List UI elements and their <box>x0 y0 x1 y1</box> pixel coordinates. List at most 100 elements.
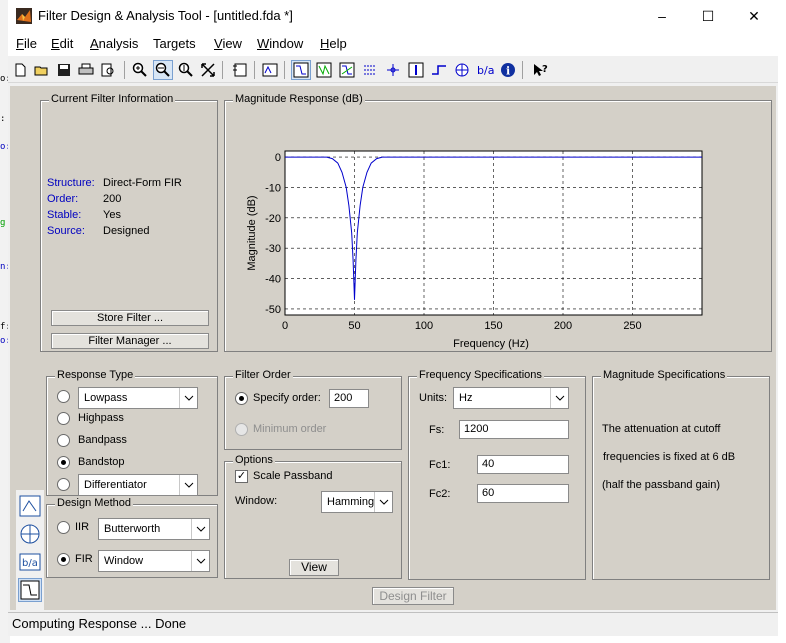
impulse-response-icon[interactable] <box>406 60 426 80</box>
title-bar: Filter Design & Analysis Tool - [untitle… <box>8 0 778 32</box>
zoom-y-icon[interactable] <box>176 60 196 80</box>
transform-filter-icon[interactable] <box>18 494 42 518</box>
y-tick-label: -30 <box>265 243 281 255</box>
close-button[interactable]: ✕ <box>732 4 776 28</box>
stable-label: Stable: <box>47 209 82 221</box>
menu-help[interactable]: Help <box>320 36 347 51</box>
magnitude-specs-title: Magnitude Specifications <box>601 369 728 381</box>
fc1-label: Fc1: <box>429 459 451 471</box>
menu-targets[interactable]: Targets <box>153 36 196 51</box>
fir-radio[interactable] <box>57 553 70 566</box>
toolbar-separator <box>254 61 255 79</box>
legend-icon[interactable] <box>230 60 250 80</box>
zoom-x-icon[interactable] <box>153 60 173 80</box>
magnitude-note-line2: frequencies is fixed at 6 dB <box>603 451 736 463</box>
magnitude-response-chart[interactable]: 0 50 100 150 200 250 0 -10 -20 -30 -40 -50 Frequency… <box>225 101 771 351</box>
units-label: Units: <box>419 392 448 404</box>
pole-zero-icon[interactable] <box>452 60 472 80</box>
maximize-button[interactable]: ☐ <box>686 4 730 28</box>
fc2-input[interactable]: 60 <box>477 484 569 503</box>
whats-this-icon[interactable]: ? <box>530 60 550 80</box>
magnitude-note-line3: (half the passband gain) <box>602 479 721 491</box>
window-combo[interactable]: Hamming <box>321 491 393 513</box>
filter-info-icon[interactable]: i <box>498 60 518 80</box>
minimum-order-radio[interactable] <box>235 423 248 436</box>
svg-text:i: i <box>506 65 510 78</box>
x-tick-label: 200 <box>554 320 572 332</box>
phase-response-icon[interactable] <box>314 60 334 80</box>
print-preview-icon[interactable] <box>98 60 118 80</box>
differentiator-radio[interactable] <box>57 478 70 491</box>
y-axis-label: Magnitude (dB) <box>246 195 258 270</box>
menu-window[interactable]: Window <box>257 36 303 51</box>
magnitude-note-line1: The attenuation at cutoff <box>602 423 721 435</box>
minimize-button[interactable]: – <box>640 4 684 28</box>
view-window-button[interactable]: View <box>289 559 339 576</box>
open-file-icon[interactable] <box>32 60 52 80</box>
x-tick-label: 250 <box>623 320 641 332</box>
bandpass-radio[interactable] <box>57 434 70 447</box>
bandstop-radio[interactable] <box>57 456 70 469</box>
magnitude-specs-panel: Magnitude Specifications The attenuation… <box>592 369 770 580</box>
source-label: Source: <box>47 225 85 237</box>
print-icon[interactable] <box>76 60 96 80</box>
new-file-icon[interactable] <box>10 60 30 80</box>
import-filter-icon[interactable]: b/a <box>18 550 42 574</box>
filter-order-title: Filter Order <box>233 369 293 381</box>
status-text: Computing Response ... Done <box>12 616 187 631</box>
filter-order-panel: Filter Order Specify order: 200 Minimum … <box>224 369 402 450</box>
units-combo[interactable]: Hz <box>453 387 569 409</box>
save-icon[interactable] <box>54 60 74 80</box>
scale-passband-checkbox[interactable]: ✓ <box>235 470 248 483</box>
magnitude-phase-icon[interactable] <box>337 60 357 80</box>
menu-edit[interactable]: Edit <box>51 36 73 51</box>
lowpass-radio[interactable] <box>57 390 70 403</box>
y-tick-label: -10 <box>265 182 281 194</box>
menu-file[interactable]: File <box>16 36 37 51</box>
iir-radio[interactable] <box>57 521 70 534</box>
filter-manager-button[interactable]: Filter Manager ... <box>51 333 209 349</box>
pole-zero-editor-icon[interactable] <box>18 522 42 546</box>
magnitude-response-icon[interactable] <box>291 60 311 80</box>
y-tick-label: -20 <box>265 213 281 225</box>
fdatool-window: Filter Design & Analysis Tool - [untitle… <box>8 0 778 636</box>
iir-method-combo[interactable]: Butterworth <box>98 518 210 540</box>
phase-delay-icon[interactable] <box>383 60 403 80</box>
frequency-specs-panel: Frequency Specifications Units: Hz Fs: 1… <box>408 369 586 580</box>
options-title: Options <box>233 454 275 466</box>
response-type-title: Response Type <box>55 369 136 381</box>
sidebar-mode-panel: b/a <box>16 490 44 612</box>
design-filter-mode-icon[interactable] <box>18 578 42 602</box>
full-view-icon[interactable] <box>198 60 218 80</box>
zoom-in-icon[interactable] <box>130 60 150 80</box>
design-method-panel: Design Method IIR Butterworth FIR Window <box>46 497 218 578</box>
specify-order-radio[interactable] <box>235 392 248 405</box>
options-panel: Options ✓ Scale Passband Window: Hamming… <box>224 454 402 579</box>
order-input[interactable]: 200 <box>329 389 369 408</box>
order-label: Order: <box>47 193 79 205</box>
chevron-down-icon <box>550 388 568 408</box>
differentiator-combo[interactable]: Differentiator <box>78 474 198 496</box>
y-tick-label: 0 <box>275 152 281 164</box>
group-delay-icon[interactable] <box>360 60 380 80</box>
design-filter-button[interactable]: Design Filter <box>372 587 454 605</box>
svg-text:b/a: b/a <box>22 558 38 569</box>
highpass-radio[interactable] <box>57 412 70 425</box>
fir-method-combo[interactable]: Window <box>98 550 210 572</box>
filter-manager-icon[interactable] <box>260 60 280 80</box>
menu-view[interactable]: View <box>214 36 242 51</box>
x-tick-label: 100 <box>415 320 433 332</box>
y-tick-label: -40 <box>265 274 281 286</box>
menu-analysis[interactable]: Analysis <box>90 36 138 51</box>
fc2-label: Fc2: <box>429 488 451 500</box>
source-value: Designed <box>103 225 150 237</box>
fc1-input[interactable]: 40 <box>477 455 569 474</box>
lowpass-combo[interactable]: Lowpass <box>78 387 198 409</box>
window-title: Filter Design & Analysis Tool - [untitle… <box>38 8 293 23</box>
step-response-icon[interactable] <box>429 60 449 80</box>
fs-input[interactable]: 1200 <box>459 420 569 439</box>
filter-coefficients-icon[interactable]: b/a <box>475 60 495 80</box>
store-filter-button[interactable]: Store Filter ... <box>51 310 209 326</box>
chevron-down-icon <box>179 475 197 495</box>
iir-label: IIR <box>75 521 90 533</box>
